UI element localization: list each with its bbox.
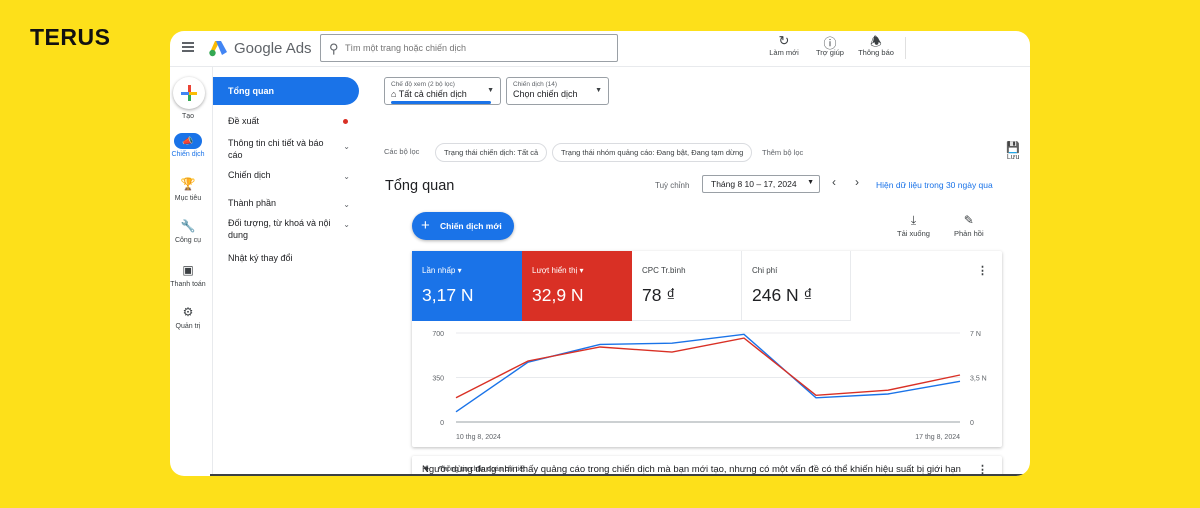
top-bar: Google Ads ⚲ ↻ Làm mới ⓘ Trợ giúp 🕭 Thôn…: [170, 31, 1030, 67]
metric-label: Chi phí: [752, 266, 778, 275]
search-box[interactable]: ⚲: [320, 34, 618, 62]
nav-item-overview[interactable]: Tổng quan: [213, 77, 359, 105]
refresh-button[interactable]: ↻ Làm mới: [766, 33, 802, 57]
gear-icon: ⚙: [182, 305, 194, 319]
plus-icon: +: [421, 217, 430, 234]
metric-impressions[interactable]: Lượt hiển thị ▾ 32,9 N: [522, 251, 632, 321]
last-30-days-link[interactable]: Hiện dữ liệu trong 30 ngày qua: [876, 180, 993, 190]
help-icon: ⓘ: [823, 36, 837, 51]
nav-item-recommendations[interactable]: Đề xuất: [213, 116, 360, 126]
caret-down-icon: ▼: [595, 87, 602, 94]
credit-card-icon: ▣: [182, 263, 194, 277]
chevron-down-icon: ⌄: [343, 172, 350, 181]
metric-label: CPC Tr.bình: [642, 266, 686, 275]
save-icon: 💾: [1006, 142, 1020, 154]
filter-chip-adgroup-status[interactable]: Trạng thái nhóm quảng cáo: Đang bật, Đan…: [552, 143, 753, 162]
google-ads-logo-icon: [209, 41, 227, 57]
performance-line-chart: 0 0 350 3,5 N 700 7 N 10 thg 8, 2024 17 thg 8, …: [432, 331, 987, 441]
rail-item-goals[interactable]: 🏆 Mục tiêu: [170, 177, 206, 202]
rail-item-campaigns[interactable]: 📣 Chiến dịch: [170, 133, 206, 158]
create-button[interactable]: [173, 77, 205, 109]
icon-rail: Tạo 📣 Chiến dịch 🏆 Mục tiêu 🔧 Công cụ ▣ …: [170, 67, 213, 476]
filter-chip-campaign-status[interactable]: Trạng thái chiến dịch: Tất cả: [435, 143, 548, 162]
download-button[interactable]: ⤓ Tải xuống: [897, 213, 930, 238]
active-underline: [391, 101, 491, 104]
date-range-picker[interactable]: Tháng 8 10 – 17, 2024 ▼: [702, 175, 820, 193]
y-left-tick-label: 0: [440, 420, 444, 427]
side-nav: Tổng quan Đề xuất Thông tin chi tiết và …: [213, 67, 360, 263]
nav-item-insights[interactable]: Thông tin chi tiết và báo cáo ⌄: [213, 137, 350, 161]
help-button[interactable]: ⓘ Trợ giúp: [812, 33, 848, 57]
metric-value: 3,17 N: [422, 285, 474, 305]
y-right-tick-label: 3,5 N: [970, 376, 987, 383]
x-tick-label: 17 thg 8, 2024: [915, 434, 960, 441]
chevron-down-icon: ⌄: [343, 142, 350, 151]
metric-value: 78 ₫: [642, 285, 676, 305]
series-line: [455, 337, 961, 399]
main-content: Chế độ xem (2 bộ lọc) ⌂ Tất cả chiến dịc…: [360, 67, 1030, 476]
y-left-tick-label: 350: [432, 376, 444, 383]
y-right-tick-label: 7 N: [970, 331, 981, 338]
feedback-button[interactable]: ✎ Phản hồi: [954, 213, 984, 238]
download-icon: ⤓: [910, 213, 917, 227]
nav-item-campaigns[interactable]: Chiến dịch ⌄: [213, 170, 360, 181]
chevron-down-icon: ⌄: [343, 200, 350, 209]
new-campaign-button[interactable]: + Chiến dịch mới: [412, 212, 514, 240]
rail-item-billing[interactable]: ▣ Thanh toán: [170, 263, 206, 288]
add-filter-link[interactable]: Thêm bộ lọc: [762, 148, 803, 157]
next-period-icon[interactable]: ›: [855, 175, 859, 189]
search-icon: ⚲: [329, 41, 339, 56]
google-ads-window: Google Ads ⚲ ↻ Làm mới ⓘ Trợ giúp 🕭 Thôn…: [170, 31, 1030, 476]
menu-icon[interactable]: [182, 42, 194, 52]
rail-item-tools[interactable]: 🔧 Công cụ: [170, 219, 206, 244]
chevron-down-icon: ⌄: [343, 220, 350, 229]
x-tick-label: 10 thg 8, 2024: [456, 434, 501, 441]
rail-create-label: Tạo: [181, 113, 195, 120]
filters-label: Các bộ lọc: [384, 147, 420, 156]
divider: [905, 37, 906, 59]
nav-item-change-history[interactable]: Nhật ký thay đổi: [213, 253, 360, 263]
metric-value: 32,9 N: [532, 285, 584, 305]
alert-dot: [343, 119, 348, 124]
trophy-icon: 🏆: [180, 177, 196, 191]
metric-value: 246 N ₫: [752, 285, 813, 305]
feedback-icon: ✎: [963, 213, 974, 227]
megaphone-icon: 📣: [174, 133, 202, 149]
date-custom-label: Tuỳ chỉnh: [655, 181, 690, 190]
app-name: Google Ads: [234, 40, 312, 57]
view-mode-select[interactable]: Chế độ xem (2 bộ lọc) ⌂ Tất cả chiến dịc…: [384, 77, 501, 105]
plus-icon: [181, 85, 197, 101]
y-right-tick-label: 0: [970, 420, 974, 427]
campaign-select[interactable]: Chiến dịch (14) Chọn chiến dịch ▼: [506, 77, 609, 105]
search-input[interactable]: [345, 39, 605, 57]
diagnostics-text: Người dùng đang nhìn thấy quảng cáo tron…: [422, 464, 961, 475]
rail-item-admin[interactable]: ⚙ Quản trị: [170, 305, 206, 330]
brand-logo-text: TERUS: [30, 24, 111, 50]
tools-icon: 🔧: [180, 219, 196, 233]
caret-down-icon: ▼: [807, 179, 814, 186]
save-button[interactable]: 💾 Lưu: [1006, 141, 1020, 161]
view-mode-value: ⌂ Tất cả chiến dịch: [391, 89, 467, 99]
nav-item-assets[interactable]: Thành phần ⌄: [213, 198, 360, 209]
notifications-button[interactable]: 🕭 Thông báo: [858, 33, 894, 57]
caret-down-icon: ▼: [487, 87, 494, 94]
metric-cost[interactable]: Chi phí 246 N ₫: [742, 251, 851, 321]
metric-label: Lần nhấp ▾: [422, 266, 462, 275]
performance-card: Lần nhấp ▾ 3,17 N Lượt hiển thị ▾ 32,9 N…: [412, 251, 1002, 447]
previous-period-icon[interactable]: ‹: [832, 175, 836, 189]
page-title: Tổng quan: [385, 178, 455, 194]
nav-item-audiences[interactable]: Đối tượng, từ khoá và nội dung ⌄: [213, 217, 350, 241]
metric-label: Lượt hiển thị ▾: [532, 266, 584, 275]
metric-clicks[interactable]: Lần nhấp ▾ 3,17 N: [412, 251, 522, 321]
metric-avg-cpc[interactable]: CPC Tr.bình 78 ₫: [632, 251, 742, 321]
bell-icon: 🕭: [870, 34, 882, 49]
more-options-icon[interactable]: ⋮: [977, 264, 988, 277]
y-left-tick-label: 700: [432, 331, 444, 338]
refresh-icon: ↻: [778, 33, 790, 48]
series-line: [455, 333, 961, 413]
